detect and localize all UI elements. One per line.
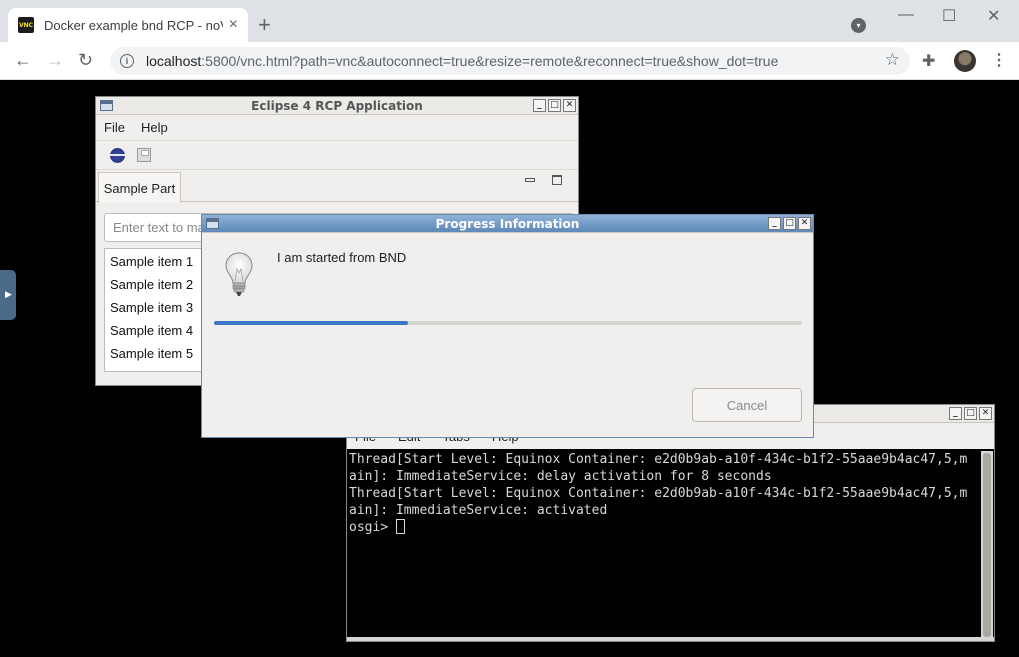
- window-minimize-icon[interactable]: —: [898, 6, 914, 24]
- close-icon[interactable]: ✕: [798, 217, 811, 230]
- tab-title: Docker example bnd RCP - noVNC: [44, 17, 223, 33]
- eclipse-toolbar: [96, 141, 578, 170]
- browser-tab[interactable]: VNC Docker example bnd RCP - noVNC ×: [8, 8, 248, 42]
- lightbulb-icon: [225, 252, 253, 296]
- new-tab-button[interactable]: +: [258, 12, 271, 38]
- terminal-line: ain]: ImmediateService: delay activation…: [349, 469, 772, 484]
- browser-tabstrip: VNC Docker example bnd RCP - noVNC × + ▾…: [0, 0, 1019, 42]
- menu-file[interactable]: File: [104, 120, 125, 135]
- tab-search-icon[interactable]: ▾: [851, 18, 866, 33]
- part-minimize-icon[interactable]: [525, 178, 535, 182]
- terminal-window: _ □ ✕ File Edit Tabs Help Thread[Start L…: [346, 404, 995, 642]
- cancel-button[interactable]: Cancel: [692, 388, 802, 422]
- globe-icon[interactable]: [110, 147, 125, 163]
- browser-toolbar: ← → ↻ i localhost:5800/vnc.html?path=vnc…: [0, 42, 1019, 80]
- part-stack: Sample Part: [96, 170, 578, 203]
- dialog-title: Progress Information: [435, 216, 580, 231]
- menu-help[interactable]: Help: [141, 120, 168, 135]
- reload-icon[interactable]: ↻: [78, 50, 93, 71]
- terminal-scrollbar[interactable]: [981, 451, 993, 639]
- progress-bar: [214, 321, 802, 325]
- tab-sample-part[interactable]: Sample Part: [98, 172, 181, 203]
- eclipse-titlebar[interactable]: Eclipse 4 RCP Application _ □ ✕: [96, 97, 578, 115]
- terminal-line: Thread[Start Level: Equinox Container: e…: [349, 452, 968, 467]
- terminal-hscrollbar[interactable]: [347, 637, 994, 641]
- tab-close-icon[interactable]: ×: [229, 16, 238, 34]
- novnc-control-handle[interactable]: ▶: [0, 270, 16, 320]
- back-arrow-icon[interactable]: ←: [14, 50, 32, 71]
- site-info-icon[interactable]: i: [120, 54, 134, 68]
- window-maximize-icon[interactable]: ☐: [942, 6, 956, 26]
- maximize-icon[interactable]: □: [783, 217, 796, 230]
- eclipse-menubar: File Help: [96, 115, 578, 141]
- close-icon[interactable]: ✕: [563, 99, 576, 112]
- progress-dialog: Progress Information _ □ ✕ I am started …: [201, 214, 814, 438]
- save-icon[interactable]: [137, 148, 151, 162]
- terminal-prompt: osgi>: [349, 520, 396, 535]
- url-text[interactable]: localhost:5800/vnc.html?path=vnc&autocon…: [146, 53, 778, 69]
- progress-fill: [214, 321, 409, 325]
- avatar[interactable]: [954, 50, 976, 72]
- eclipse-title: Eclipse 4 RCP Application: [251, 98, 423, 113]
- text-cursor: [395, 519, 405, 534]
- expand-arrow-icon: ▶: [5, 289, 12, 299]
- part-maximize-icon[interactable]: [552, 175, 562, 185]
- close-icon[interactable]: ✕: [979, 407, 992, 420]
- vnc-favicon-icon: VNC: [18, 17, 34, 33]
- terminal-line: Thread[Start Level: Equinox Container: e…: [349, 486, 968, 501]
- maximize-icon[interactable]: □: [548, 99, 561, 112]
- dialog-titlebar[interactable]: Progress Information _ □ ✕: [202, 215, 813, 233]
- window-close-icon[interactable]: ✕: [987, 6, 1000, 26]
- maximize-icon[interactable]: □: [964, 407, 977, 420]
- window-menu-icon[interactable]: [100, 100, 113, 111]
- kebab-menu-icon[interactable]: ⋮: [991, 50, 1007, 70]
- puzzle-icon[interactable]: ✚: [922, 51, 935, 71]
- window-menu-icon[interactable]: [206, 218, 219, 229]
- minimize-icon[interactable]: _: [949, 407, 962, 420]
- minimize-icon[interactable]: _: [768, 217, 781, 230]
- dialog-message: I am started from BND: [277, 250, 407, 265]
- scroll-thumb[interactable]: [983, 453, 991, 637]
- forward-arrow-icon[interactable]: →: [46, 50, 64, 71]
- terminal-line: ain]: ImmediateService: activated: [349, 503, 608, 518]
- minimize-icon[interactable]: _: [533, 99, 546, 112]
- terminal-output[interactable]: Thread[Start Level: Equinox Container: e…: [349, 451, 981, 639]
- address-bar[interactable]: i localhost:5800/vnc.html?path=vnc&autoc…: [110, 47, 910, 75]
- star-icon[interactable]: ☆: [885, 50, 900, 70]
